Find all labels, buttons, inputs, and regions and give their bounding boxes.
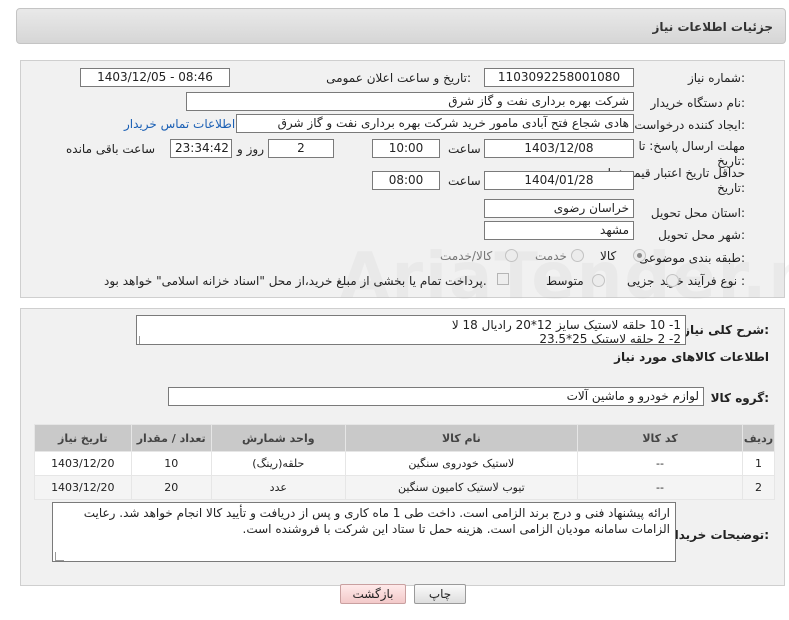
category-label: طبقه بندی موضوعی: <box>638 251 745 265</box>
cell-need-date: 1403/12/20 <box>34 475 132 500</box>
purchase-partial-radio[interactable] <box>666 274 679 287</box>
validity-time-label: ساعت <box>448 174 481 188</box>
treasury-note: پرداخت تمام یا بخشی از مبلغ خرید،از محل … <box>104 274 487 288</box>
table-row: 1403/12/20 10 (رینگ)حلقه لاستیک خودروی س… <box>34 451 776 476</box>
buyer-org-field: شرکت بهره برداری نفت و گاز شرق <box>186 92 634 111</box>
validity-date-field: 1404/01/28 <box>484 171 634 190</box>
table-header-row: تاریخ نیاز تعداد / مقدار واحد شمارش نام … <box>34 424 776 452</box>
cell-unit: عدد <box>210 475 346 500</box>
city-label: شهر محل تحویل: <box>658 228 745 242</box>
goods-info-heading: اطلاعات کالاهای مورد نیاز <box>614 350 769 364</box>
col-quantity: تعداد / مقدار <box>130 424 212 452</box>
col-need-date: تاریخ نیاز <box>34 424 132 452</box>
send-deadline-label: مهلت ارسال پاسخ: تا تاریخ: <box>638 139 745 168</box>
category-goods-radio[interactable] <box>633 249 646 262</box>
remaining-label: ساعت باقی مانده <box>66 142 156 156</box>
cell-quantity: 10 <box>130 451 212 476</box>
purchase-partial-label: جزیی <box>627 274 655 288</box>
goods-group-field: لوازم خودرو و ماشین آلات <box>168 387 704 406</box>
general-desc-label: شرح کلی نیاز: <box>683 323 769 337</box>
cell-unit: (رینگ)حلقه <box>210 451 346 476</box>
category-goods-service-label: کالا/خدمت <box>440 249 493 263</box>
print-button[interactable]: چاپ <box>414 584 466 604</box>
goods-group-label: گروه کالا: <box>710 391 769 405</box>
buyer-contact-link[interactable]: اطلاعات تماس خریدار <box>124 117 235 131</box>
days-field: 2 <box>268 139 334 158</box>
cell-goods-name: لاستیک خودروی سنگین <box>344 451 579 476</box>
back-button[interactable]: بازگشت <box>340 584 406 604</box>
need-number-label: شماره نیاز: <box>687 71 745 85</box>
table-row: 1403/12/20 20 عدد تیوب لاستیک کامیون سنگ… <box>34 475 776 500</box>
buyer-org-label: نام دستگاه خریدار: <box>650 96 746 110</box>
purchase-medium-label: متوسط <box>546 274 584 288</box>
send-time-label: ساعت <box>448 142 481 156</box>
buyer-notes-label: توضیحات خریدار: <box>667 528 769 542</box>
category-goods-label: کالا <box>600 249 617 263</box>
creator-label: ایجاد کننده درخواست: <box>634 118 745 132</box>
province-field: خراسان رضوی <box>484 199 634 218</box>
cell-quantity: 20 <box>130 475 212 500</box>
remaining-time-field: 23:34:42 <box>170 139 232 158</box>
send-time-field: 10:00 <box>372 139 440 158</box>
col-goods-name: نام کالا <box>344 424 579 452</box>
category-service-label: خدمت <box>535 249 567 263</box>
col-row-number: ردیف <box>741 424 776 452</box>
cell-need-date: 1403/12/20 <box>34 451 132 476</box>
category-goods-service-radio[interactable] <box>505 249 518 262</box>
creator-field: هادی شجاع فتح آبادی مامور خرید شرکت بهره… <box>236 114 634 133</box>
col-unit: واحد شمارش <box>210 424 346 452</box>
purchase-medium-radio[interactable] <box>592 274 605 287</box>
category-service-radio[interactable] <box>571 249 584 262</box>
goods-table: تاریخ نیاز تعداد / مقدار واحد شمارش نام … <box>34 424 776 500</box>
resize-handle[interactable] <box>139 336 148 344</box>
page-title: جزئیات اطلاعات نیاز <box>652 20 773 34</box>
notes-resize-handle[interactable] <box>55 552 64 561</box>
cell-goods-code: -- <box>577 451 743 476</box>
buyer-notes-text: ارائه پیشنهاد فنی و درج برند الزامی است.… <box>83 506 670 536</box>
page-header: جزئیات اطلاعات نیاز <box>16 8 786 44</box>
cell-goods-code: -- <box>577 475 743 500</box>
need-number-field: 1103092258001080 <box>484 68 634 87</box>
send-date-field: 1403/12/08 <box>484 139 634 158</box>
announce-datetime-field: 1403/12/05 - 08:46 <box>80 68 230 87</box>
general-desc-textarea[interactable]: 1- 10 حلقه لاستیک سایز 12*20 رادیال 18 ل… <box>136 315 686 345</box>
cell-row-number: 2 <box>741 475 776 500</box>
day-and-label: روز و <box>237 142 264 156</box>
announce-datetime-label: تاریخ و ساعت اعلان عمومی: <box>326 71 471 85</box>
city-field: مشهد <box>484 221 634 240</box>
buyer-notes-textarea[interactable]: ارائه پیشنهاد فنی و درج برند الزامی است.… <box>52 502 676 562</box>
validity-time-field: 08:00 <box>372 171 440 190</box>
description-line-2: 2- 2 حلقه لاستیک 25*23.5 <box>539 332 681 345</box>
province-label: استان محل تحویل: <box>650 206 745 220</box>
treasury-checkbox[interactable] <box>497 273 509 285</box>
cell-goods-name: تیوب لاستیک کامیون سنگین <box>344 475 579 500</box>
col-goods-code: کد کالا <box>577 424 743 452</box>
cell-row-number: 1 <box>741 451 776 476</box>
